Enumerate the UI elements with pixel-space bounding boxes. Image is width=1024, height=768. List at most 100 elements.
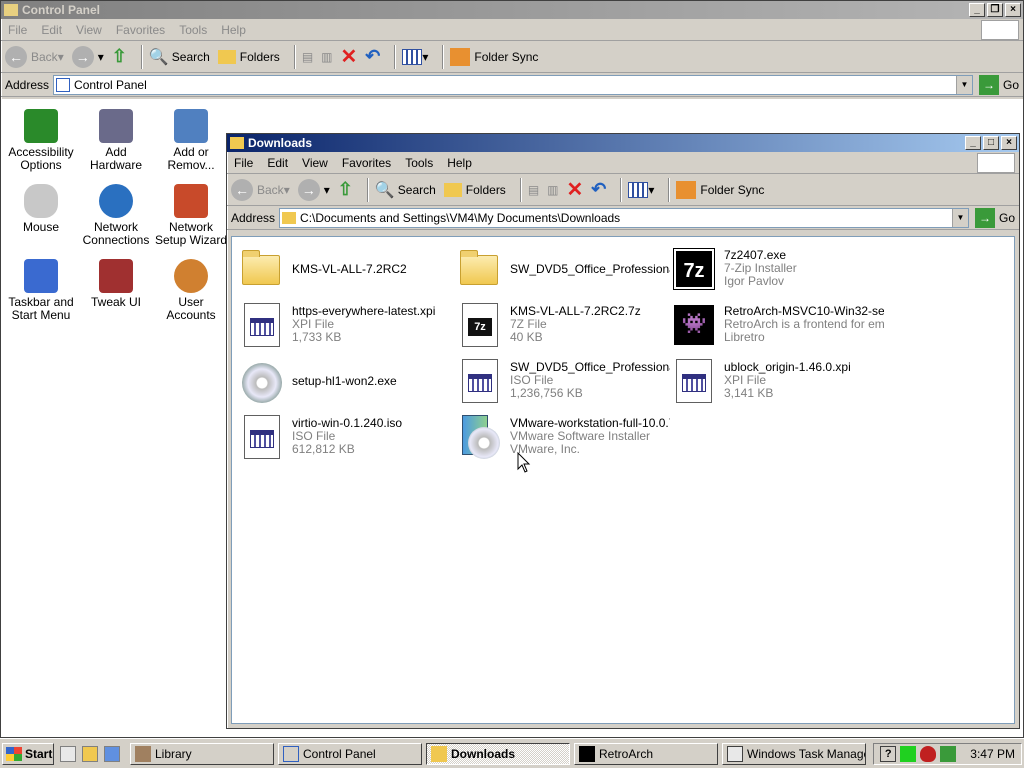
cp-mouse[interactable]: Mouse — [3, 184, 79, 234]
close-button[interactable]: × — [1001, 136, 1017, 150]
file-item-https-everywhere[interactable]: https-everywhere-latest.xpi XPI File 1,733… — [240, 301, 452, 353]
cp-tweak-ui[interactable]: Tweak UI — [78, 259, 154, 309]
back-button[interactable]: ← Back ▾ — [231, 178, 290, 201]
delete-x-icon: ✕ — [340, 46, 358, 68]
folder-sync-button[interactable]: Folder Sync — [676, 180, 764, 199]
status-green-icon[interactable] — [900, 745, 917, 762]
address-dropdown-button[interactable]: ▼ — [951, 208, 968, 227]
undo-button[interactable]: ↶ — [591, 179, 606, 200]
menu-help[interactable]: Help — [214, 23, 253, 37]
delete-button[interactable]: ✕ — [567, 177, 584, 202]
folder-sync-button[interactable]: Folder Sync — [450, 47, 538, 66]
menu-favorites[interactable]: Favorites — [109, 23, 172, 37]
task-manager-icon — [727, 745, 743, 762]
file-item-office-iso[interactable]: SW_DVD5_Office_Professiona... ISO File 1,2… — [458, 357, 670, 409]
folder-icon — [431, 745, 447, 762]
explorer-icon[interactable] — [82, 745, 98, 762]
move-to-icon: ▤ — [527, 182, 540, 197]
go-button[interactable]: → Go — [974, 207, 1015, 228]
move-to-button[interactable]: ▤ — [528, 183, 539, 197]
search-button[interactable]: 🔍 Search — [149, 47, 210, 67]
file-item-setup-hl1[interactable]: setup-hl1-won2.exe — [240, 357, 452, 409]
search-button[interactable]: 🔍 Search — [375, 180, 436, 200]
iso-file-icon — [458, 357, 502, 405]
maximize-button[interactable]: □ — [983, 136, 999, 150]
cp-network-connections[interactable]: Network Connections — [78, 184, 154, 247]
menu-help[interactable]: Help — [440, 156, 479, 170]
start-button[interactable]: Start — [2, 742, 54, 765]
cp-add-hardware[interactable]: Add Hardware — [78, 109, 154, 172]
menu-tools[interactable]: Tools — [398, 156, 440, 170]
cp-add-remove-programs[interactable]: Add or Remov... — [153, 109, 229, 172]
file-item-7z2407[interactable]: 7z 7z2407.exe 7-Zip Installer Igor Pavlov — [672, 245, 884, 297]
task-library[interactable]: Library — [130, 742, 274, 765]
menu-view[interactable]: View — [69, 23, 109, 37]
folder-sync-icon — [676, 180, 697, 199]
cp-user-accounts[interactable]: User Accounts — [153, 259, 229, 322]
file-item-kms-7z[interactable]: 7z KMS-VL-ALL-7.2RC2.7z 7Z File 40 KB — [458, 301, 670, 353]
help-icon[interactable]: ? — [880, 745, 897, 762]
cp-accessibility-options[interactable]: Accessibility Options — [3, 109, 79, 172]
back-arrow-icon: ← — [231, 178, 253, 201]
internet-explorer-icon[interactable] — [104, 745, 120, 762]
undo-button[interactable]: ↶ — [365, 46, 380, 67]
menu-view[interactable]: View — [295, 156, 335, 170]
minimize-button[interactable]: _ — [969, 3, 985, 17]
menu-edit[interactable]: Edit — [34, 23, 69, 37]
folders-button[interactable]: Folders — [443, 182, 506, 197]
cp-taskbar-start-menu[interactable]: Taskbar and Start Menu — [3, 259, 79, 322]
downloads-window[interactable]: Downloads _ □ × File Edit View Favorites… — [226, 133, 1020, 729]
go-button[interactable]: → Go — [978, 74, 1019, 95]
taskbar-icon — [24, 259, 58, 293]
task-downloads[interactable]: Downloads — [426, 742, 570, 765]
delete-button[interactable]: ✕ — [341, 44, 358, 69]
forward-button[interactable]: → ▾ — [297, 178, 330, 201]
copy-to-button[interactable]: ▥ — [321, 50, 332, 64]
move-to-button[interactable]: ▤ — [302, 50, 313, 64]
file-item-office-folder[interactable]: SW_DVD5_Office_Professiona... — [458, 245, 670, 297]
up-button[interactable]: ⇧ — [112, 46, 127, 67]
task-retroarch[interactable]: RetroArch — [574, 742, 718, 765]
menu-edit[interactable]: Edit — [260, 156, 295, 170]
file-item-retroarch[interactable]: 👾 RetroArch-MSVC10-Win32-set... RetroArch … — [672, 301, 884, 353]
forward-arrow-icon: → — [71, 45, 94, 68]
address-input[interactable]: Control Panel ▼ — [53, 74, 973, 95]
library-icon — [135, 745, 151, 762]
menu-tools[interactable]: Tools — [172, 23, 214, 37]
address-dropdown-button[interactable]: ▼ — [955, 75, 972, 94]
show-desktop-icon[interactable] — [60, 745, 76, 762]
file-item-ublock[interactable]: ublock_origin-1.46.0.xpi XPI File 3,141 KB — [672, 357, 884, 409]
shield-icon[interactable] — [920, 745, 937, 762]
menu-file[interactable]: File — [227, 156, 260, 170]
menu-file[interactable]: File — [1, 23, 34, 37]
back-button[interactable]: ← Back ▾ — [5, 45, 64, 68]
close-button[interactable]: × — [1005, 3, 1021, 17]
windows-flag-icon — [6, 746, 22, 761]
cp-network-setup-wizard[interactable]: Network Setup Wizard — [153, 184, 229, 247]
add-remove-icon — [174, 109, 208, 143]
views-button[interactable]: ▾ — [628, 181, 654, 198]
menu-favorites[interactable]: Favorites — [335, 156, 398, 170]
control-panel-icon — [283, 745, 299, 762]
file-list: KMS-VL-ALL-7.2RC2 SW_DVD5_Office_Profess… — [231, 236, 1015, 724]
task-control-panel[interactable]: Control Panel — [278, 742, 422, 765]
network-tray-icon[interactable] — [940, 745, 957, 762]
address-input[interactable]: C:\Documents and Settings\VM4\My Documen… — [279, 207, 969, 228]
downloads-titlebar[interactable]: Downloads _ □ × — [227, 134, 1019, 152]
up-button[interactable]: ⇧ — [338, 179, 353, 200]
file-item-virtio[interactable]: virtio-win-0.1.240.iso ISO File 612,812 KB — [240, 413, 452, 465]
task-windows-task-manager[interactable]: Windows Task Manager — [722, 742, 866, 765]
vmware-installer-icon — [458, 413, 502, 461]
minimize-button[interactable]: _ — [965, 136, 981, 150]
address-bar: Address C:\Documents and Settings\VM4\My… — [227, 206, 1019, 230]
views-button[interactable]: ▾ — [402, 48, 428, 65]
restore-button[interactable]: ❐ — [987, 3, 1003, 17]
control-panel-titlebar[interactable]: Control Panel _ ❐ × — [1, 1, 1023, 19]
back-arrow-icon: ← — [5, 45, 27, 68]
forward-button[interactable]: → ▾ — [71, 45, 104, 68]
folders-button[interactable]: Folders — [217, 49, 280, 64]
file-item-kms-folder[interactable]: KMS-VL-ALL-7.2RC2 — [240, 245, 452, 297]
copy-to-button[interactable]: ▥ — [547, 183, 558, 197]
file-item-vmware[interactable]: VMware-workstation-full-10.0.7-...VMware… — [458, 413, 670, 465]
go-arrow-icon: → — [974, 207, 995, 228]
